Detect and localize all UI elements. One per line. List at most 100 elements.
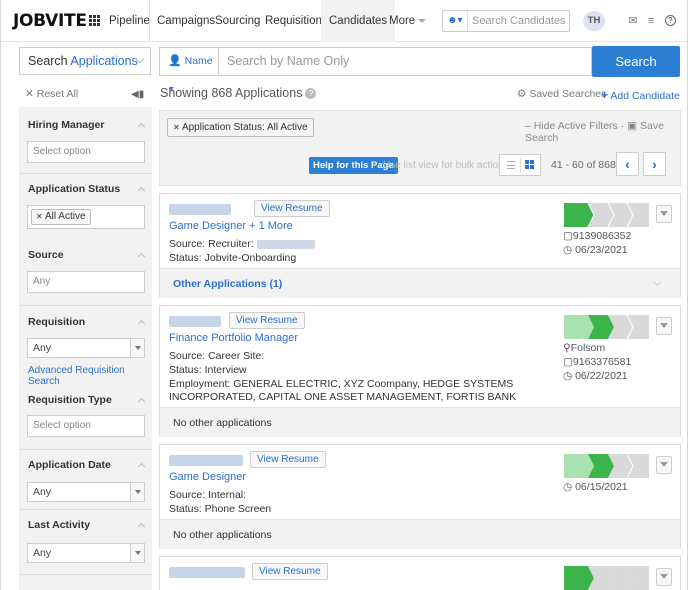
application-card: View Resume [159,556,681,590]
nav-campaigns[interactable]: Campaigns [149,0,215,42]
people-dropdown-icon[interactable]: ☻▾ [447,15,463,27]
divider [19,305,152,306]
card-actions-dropdown[interactable] [656,205,672,223]
list-view-icon[interactable] [507,161,515,169]
other-applications-label: Other Applications (1) [173,278,283,290]
avatar[interactable]: TH [583,11,605,31]
previous-page-button[interactable]: ‹ [616,152,639,176]
name-search-input[interactable]: Search by Name Only [219,47,592,76]
application-card: View Resume Finance Portfolio Manager So… [159,305,681,437]
filter-label-last-activity: Last Activity [28,519,91,531]
search-mode-prefix: Search [28,54,68,68]
nav-requisitions[interactable]: Requisitions [265,0,328,42]
search-field-label: Name [184,55,213,67]
pipeline-stage-done [564,315,594,339]
dropdown-arrow-icon [130,483,144,501]
info-icon[interactable]: ? [305,88,317,100]
nav-candidates[interactable]: Candidates [321,0,396,42]
candidate-name[interactable] [169,204,231,215]
dropdown-arrow-icon [130,339,144,357]
divider [19,574,152,575]
chevron-up-icon[interactable] [137,462,146,471]
chevron-up-icon[interactable] [137,122,146,131]
source-input[interactable]: Any [27,271,145,293]
view-resume-button[interactable]: View Resume [250,451,326,468]
pagination-text: 41 - 60 of 868 [551,159,616,171]
app-grid-icon[interactable] [89,15,100,26]
filter-label-requisition-type: Requisition Type [28,394,112,406]
chevron-up-icon[interactable] [137,252,146,261]
requisition-type-input[interactable]: Select option [27,415,145,437]
search-mode-select[interactable]: Search Applications [19,47,151,75]
application-status-input[interactable]: ✕ All Active [27,205,145,229]
hiring-manager-input[interactable]: Select option [27,141,145,163]
card-actions-dropdown[interactable] [656,568,672,586]
nav-sourcing[interactable]: Sourcing [215,0,260,42]
view-resume-button[interactable]: View Resume [252,563,328,580]
task-list-icon[interactable]: ≡ [645,15,657,27]
all-active-tag[interactable]: ✕ All Active [31,209,91,225]
requisition-select[interactable]: Any [27,338,145,358]
nav-more-label: More [389,15,416,27]
phone-icon: ▢ [563,356,573,368]
jobvite-logo[interactable]: JOBVITE [13,11,87,31]
chevron-up-icon[interactable] [137,522,146,531]
dropdown-arrow-icon [130,544,144,562]
search-candidates-input[interactable]: Search Candidates [467,11,567,31]
add-candidate-label: Add Candidate [610,90,680,102]
card-actions-dropdown[interactable] [656,456,672,474]
applied-date: 06/23/2021 [575,244,628,256]
job-title-link[interactable]: Game Designer [169,471,246,483]
chevron-up-icon[interactable] [137,186,146,195]
view-resume-button[interactable]: View Resume [254,200,330,217]
location-icon: ⚲ [563,342,571,354]
applied-date: 06/22/2021 [575,370,628,382]
date-line: ◷ 06/15/2021 [563,481,628,493]
active-filter-tag[interactable]: ✕ Application Status: All Active [167,118,314,137]
phone-icon: ▢ [563,230,573,242]
filter-actions: – Hide Active Filters · ▣ Save Search [525,120,680,144]
hide-active-filters-link[interactable]: – Hide Active Filters [525,120,618,132]
active-filters-bar: ✕ Application Status: All Active – Hide … [159,110,681,186]
help-icon[interactable]: ? [665,15,676,26]
chevron-up-icon[interactable] [137,319,146,328]
job-title-link[interactable]: Finance Portfolio Manager [169,332,298,344]
gear-icon: ⚙ [517,88,527,100]
mail-icon[interactable]: ✉ [627,15,639,27]
grid-view-icon[interactable] [525,160,534,169]
add-candidate-link[interactable]: + Add Candidate [601,88,680,102]
view-resume-button[interactable]: View Resume [229,312,305,329]
candidate-name[interactable] [169,567,245,578]
remove-filter-icon[interactable]: ✕ [173,123,180,132]
search-button[interactable]: Search [592,46,680,77]
saved-searches-link[interactable]: ⚙ Saved Searches [517,88,606,100]
pipeline-progress [564,454,649,478]
clock-icon: ◷ [563,244,573,256]
candidate-name[interactable] [169,455,243,466]
requisition-value: Any [33,342,52,354]
location-line: ⚲Folsom [563,342,605,354]
card-actions-dropdown[interactable] [656,317,672,335]
reset-all-label: Reset All [36,88,79,100]
search-candidates[interactable]: ☻▾ Search Candidates [442,10,570,32]
remove-tag-icon[interactable]: ✕ [36,212,43,221]
other-applications-link[interactable]: Other Applications (1) [160,268,680,298]
phone-line: ▢9163376581 [563,356,631,368]
application-date-select[interactable]: Any [27,482,145,502]
collapse-sidebar-icon[interactable]: ◀▮ [131,89,144,100]
next-page-button[interactable]: › [643,152,666,176]
clock-icon: ◷ [563,370,573,382]
chevron-up-icon[interactable] [137,397,146,406]
search-field-selector[interactable]: 👤 Name ▼ [159,47,219,93]
last-activity-select[interactable]: Any [27,543,145,563]
save-icon: ▣ [627,120,638,132]
reset-all-link[interactable]: ✕ Reset All [25,88,78,100]
filter-label-application-date: Application Date [28,459,111,471]
nav-pipeline[interactable]: Pipeline [109,0,150,42]
advanced-requisition-search-link[interactable]: Advanced Requisition Search [28,365,152,387]
chevron-down-icon [418,18,427,23]
candidate-name[interactable] [169,316,221,327]
job-title-link[interactable]: Game Designer + 1 More [169,220,293,232]
tag-label: All Active [44,211,86,222]
nav-more[interactable]: More [389,0,427,42]
